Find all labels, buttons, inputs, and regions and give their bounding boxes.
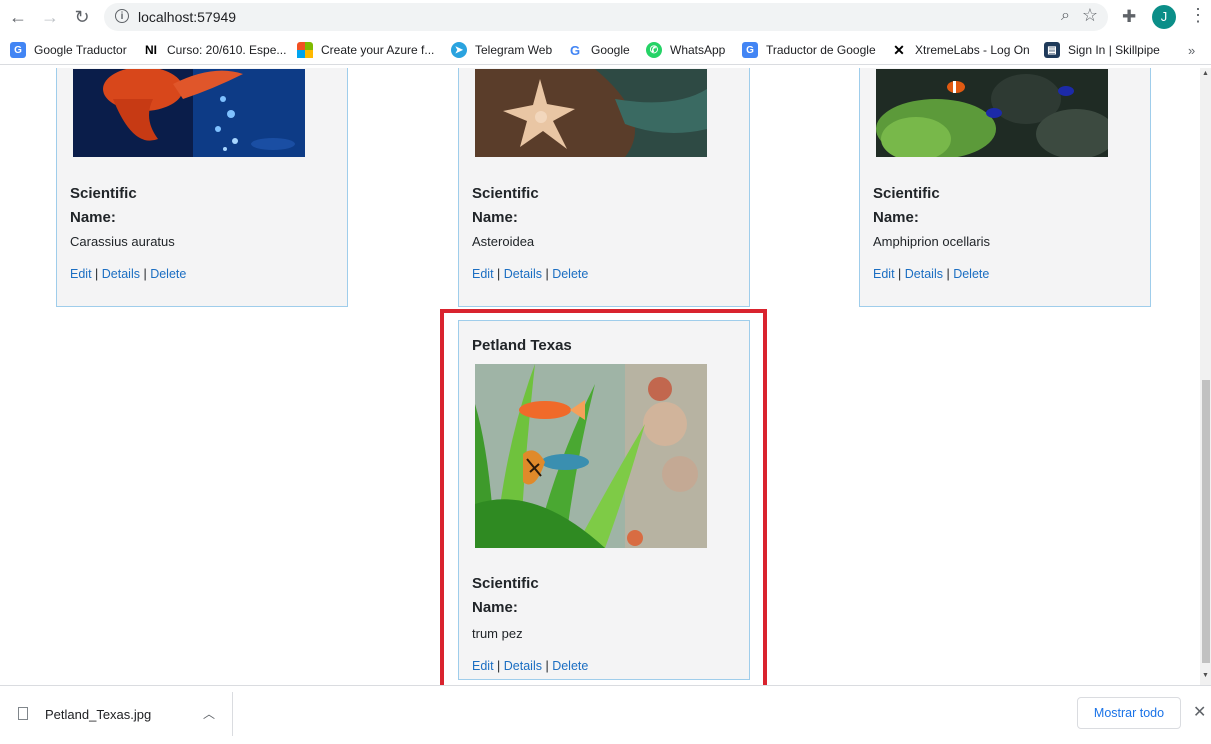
ni-icon: NI bbox=[143, 42, 159, 58]
edit-link[interactable]: Edit bbox=[70, 267, 92, 281]
delete-link[interactable]: Delete bbox=[150, 267, 186, 281]
site-info-icon[interactable]: i bbox=[115, 9, 129, 23]
reload-button[interactable]: ↻ bbox=[70, 5, 94, 29]
product-card: Scientific Name: Asteroidea Edit | Detai… bbox=[458, 68, 750, 307]
separator: | bbox=[95, 267, 99, 281]
bookmark-whatsapp[interactable]: ✆ WhatsApp bbox=[646, 41, 725, 59]
whatsapp-icon: ✆ bbox=[646, 42, 662, 58]
scientific-name: Asteroidea bbox=[472, 234, 535, 249]
microsoft-icon bbox=[297, 42, 313, 58]
goldfish-photo bbox=[73, 69, 305, 157]
profile-avatar[interactable]: J bbox=[1152, 5, 1176, 29]
url-text[interactable]: localhost:57949 bbox=[138, 9, 236, 25]
file-icon bbox=[18, 707, 28, 720]
telegram-icon: ➤ bbox=[451, 42, 467, 58]
delete-link[interactable]: Delete bbox=[953, 267, 989, 281]
starfish-photo bbox=[475, 69, 707, 157]
card-actions: Edit | Details | Delete bbox=[70, 267, 186, 281]
google-translate-icon: G bbox=[742, 42, 758, 58]
show-all-button[interactable]: Mostrar todo bbox=[1077, 697, 1181, 729]
scrollbar-thumb[interactable] bbox=[1202, 380, 1210, 663]
scroll-up-icon[interactable]: ▲ bbox=[1202, 70, 1209, 77]
download-file-name[interactable]: Petland_Texas.jpg bbox=[45, 707, 151, 722]
bookmark-google[interactable]: G Google bbox=[567, 41, 630, 59]
card-actions: Edit | Details | Delete bbox=[873, 267, 989, 281]
separator: | bbox=[143, 267, 147, 281]
forward-button[interactable]: → bbox=[38, 5, 62, 29]
scientific-name: Carassius auratus bbox=[70, 234, 175, 249]
address-bar[interactable]: i localhost:57949 ⌕ ☆ bbox=[104, 3, 1108, 31]
bookmark-star-icon[interactable]: ☆ bbox=[1082, 5, 1098, 26]
name-label: Name: bbox=[873, 209, 919, 226]
separator: | bbox=[898, 267, 902, 281]
divider bbox=[232, 692, 233, 736]
card-actions: Edit | Details | Delete bbox=[472, 267, 588, 281]
bookmark-label: Google bbox=[591, 43, 630, 57]
product-card: Scientific Name: Carassius auratus Edit … bbox=[56, 68, 348, 307]
details-link[interactable]: Details bbox=[102, 267, 140, 281]
bookmark-label: Google Traductor bbox=[34, 43, 127, 57]
bookmark-azure[interactable]: Create your Azure f... bbox=[297, 41, 434, 59]
bookmark-label: Traductor de Google bbox=[766, 43, 876, 57]
scientific-label: Scientific bbox=[873, 185, 940, 202]
skillpipe-icon: ▤ bbox=[1044, 42, 1060, 58]
bookmark-skillpipe[interactable]: ▤ Sign In | Skillpipe bbox=[1044, 41, 1160, 59]
chevron-up-icon[interactable]: ︿ bbox=[203, 705, 215, 722]
zoom-icon[interactable]: ⌕ bbox=[1061, 7, 1070, 25]
google-translate-icon: G bbox=[10, 42, 26, 58]
close-icon[interactable]: ✕ bbox=[1193, 702, 1206, 722]
bookmark-label: XtremeLabs - Log On bbox=[915, 43, 1030, 57]
product-card: Scientific Name: Amphiprion ocellaris Ed… bbox=[859, 68, 1151, 307]
browser-menu-icon[interactable]: ⋮ bbox=[1189, 5, 1207, 26]
google-icon: G bbox=[567, 42, 583, 58]
bookmarks-more-button[interactable]: » bbox=[1188, 43, 1195, 58]
separator: | bbox=[946, 267, 950, 281]
bookmark-telegram[interactable]: ➤ Telegram Web bbox=[451, 41, 552, 59]
back-button[interactable]: ← bbox=[6, 5, 30, 29]
scientific-name: Amphiprion ocellaris bbox=[873, 234, 991, 249]
bookmark-label: Sign In | Skillpipe bbox=[1068, 43, 1160, 57]
xtremelabs-icon: ✕ bbox=[891, 42, 907, 58]
page-viewport: Scientific Name: Carassius auratus Edit … bbox=[0, 68, 1200, 685]
scientific-label: Scientific bbox=[70, 185, 137, 202]
bookmarks-bar: G Google Traductor NI Curso: 20/610. Esp… bbox=[0, 36, 1211, 65]
downloads-bar: Petland_Texas.jpg ︿ Mostrar todo ✕ bbox=[0, 685, 1211, 744]
highlight-box bbox=[440, 309, 767, 685]
edit-link[interactable]: Edit bbox=[472, 267, 494, 281]
bookmark-xtremelabs[interactable]: ✕ XtremeLabs - Log On bbox=[891, 41, 1030, 59]
bookmark-label: Create your Azure f... bbox=[321, 43, 435, 57]
details-link[interactable]: Details bbox=[504, 267, 542, 281]
bookmark-label: Curso: 20/610. Espe... bbox=[167, 43, 287, 57]
bookmark-label: Telegram Web bbox=[475, 43, 553, 57]
bookmark-traductor[interactable]: G Traductor de Google bbox=[742, 41, 876, 59]
name-label: Name: bbox=[472, 209, 518, 226]
bookmark-curso[interactable]: NI Curso: 20/610. Espe... bbox=[143, 41, 286, 59]
name-label: Name: bbox=[70, 209, 116, 226]
clownfish-photo bbox=[876, 69, 1108, 157]
separator: | bbox=[497, 267, 501, 281]
scientific-label: Scientific bbox=[472, 185, 539, 202]
bookmark-label: WhatsApp bbox=[670, 43, 726, 57]
browser-toolbar: ← → ↻ i localhost:57949 ⌕ ☆ ✚ J ⋮ bbox=[0, 0, 1211, 34]
bookmark-google-traductor[interactable]: G Google Traductor bbox=[10, 41, 127, 59]
extensions-icon[interactable]: ✚ bbox=[1122, 7, 1136, 27]
separator: | bbox=[545, 267, 549, 281]
delete-link[interactable]: Delete bbox=[552, 267, 588, 281]
edit-link[interactable]: Edit bbox=[873, 267, 895, 281]
scroll-down-icon[interactable]: ▼ bbox=[1202, 672, 1209, 679]
details-link[interactable]: Details bbox=[905, 267, 943, 281]
